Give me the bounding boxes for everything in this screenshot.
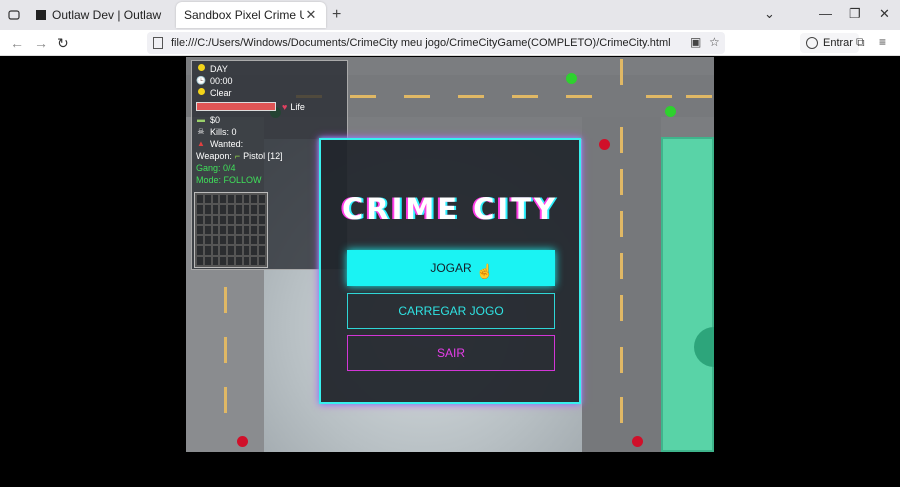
forward-icon[interactable]: → bbox=[34, 35, 48, 51]
time-of-day: DAY bbox=[210, 64, 228, 74]
skull-icon: ☠ bbox=[197, 127, 205, 136]
kills: Kills: 0 bbox=[210, 127, 237, 137]
lane-marking bbox=[224, 387, 227, 413]
lane-marking bbox=[620, 347, 623, 373]
tab-outlaw-dev[interactable]: Outlaw Dev | Outlaw Game Studi bbox=[28, 2, 172, 28]
outlaw-favicon-icon bbox=[36, 10, 46, 20]
lane-marking bbox=[224, 287, 227, 313]
lane-marking bbox=[686, 95, 712, 98]
restore-icon[interactable]: ❐ bbox=[849, 6, 861, 22]
enemy-marker bbox=[599, 139, 610, 150]
tab-title: Sandbox Pixel Crime Upgrade bbox=[184, 8, 304, 22]
sign-in-button[interactable]: Entrar bbox=[800, 33, 859, 53]
cash-icon: ▬ bbox=[197, 115, 205, 124]
play-button[interactable]: JOGAR bbox=[347, 250, 555, 286]
lane-marking bbox=[620, 127, 623, 153]
weather-sun-icon bbox=[197, 88, 205, 95]
close-tab-icon[interactable]: ✕ bbox=[304, 7, 318, 23]
navigation-bar: ← → ↻ file:///C:/Users/Windows/Documents… bbox=[0, 30, 900, 56]
quit-button[interactable]: SAIR bbox=[347, 335, 555, 371]
lane-marking bbox=[646, 95, 672, 98]
pedestrian-marker bbox=[566, 73, 577, 84]
lane-marking bbox=[620, 295, 623, 321]
reader-mode-icon[interactable]: ▣ bbox=[690, 35, 701, 49]
tab-bar: Outlaw Dev | Outlaw Game Studi Sandbox P… bbox=[0, 0, 900, 30]
lane-marking bbox=[620, 169, 623, 195]
life-bar bbox=[196, 102, 276, 111]
account-icon bbox=[806, 37, 818, 49]
siren-icon: ▲ bbox=[197, 139, 205, 148]
tab-sandbox-pixel[interactable]: Sandbox Pixel Crime Upgrade ✕ bbox=[176, 2, 326, 28]
url-text: file:///C:/Users/Windows/Documents/Crime… bbox=[171, 37, 671, 49]
wanted: Wanted: bbox=[210, 139, 244, 149]
reload-icon[interactable]: ↻ bbox=[57, 35, 69, 52]
menu-icon[interactable]: ≡ bbox=[879, 35, 886, 49]
follow-mode: Mode: FOLLOW bbox=[196, 175, 262, 185]
back-icon[interactable]: ← bbox=[10, 35, 24, 51]
hand-cursor-icon: ☝ bbox=[476, 263, 494, 279]
clock-icon: 🕒 bbox=[196, 76, 206, 85]
lane-marking bbox=[512, 95, 538, 98]
bookmark-star-icon[interactable]: ☆ bbox=[709, 35, 720, 49]
sun-icon bbox=[197, 64, 205, 71]
new-tab-icon[interactable]: + bbox=[332, 6, 341, 24]
pedestrian-marker bbox=[665, 106, 676, 117]
tab-dropdown-icon[interactable]: ⌄ bbox=[764, 6, 775, 22]
game-title: CRIME CITY bbox=[341, 192, 559, 226]
close-window-icon[interactable]: ✕ bbox=[879, 6, 890, 22]
gang-count: Gang: 0/4 bbox=[196, 163, 236, 173]
address-bar[interactable]: file:///C:/Users/Windows/Documents/Crime… bbox=[147, 32, 725, 54]
lane-marking bbox=[566, 95, 592, 98]
clock: 00:00 bbox=[210, 76, 233, 86]
lane-marking bbox=[620, 211, 623, 237]
extensions-icon[interactable]: ⧉ bbox=[856, 35, 865, 50]
minimize-icon[interactable]: — bbox=[819, 6, 832, 21]
enemy-marker bbox=[237, 436, 248, 447]
minimap bbox=[194, 192, 268, 268]
lane-marking bbox=[404, 95, 430, 98]
enemy-marker bbox=[632, 436, 643, 447]
money: $0 bbox=[210, 115, 221, 125]
heart-icon: ♥ bbox=[282, 101, 288, 112]
pistol-icon: ⌐ bbox=[234, 151, 241, 161]
weapon-name: Pistol [12] bbox=[243, 151, 283, 161]
load-game-button[interactable]: CARREGAR JOGO bbox=[347, 293, 555, 329]
weapon-label: Weapon: bbox=[196, 151, 232, 161]
tab-title: Outlaw Dev | Outlaw Game Studi bbox=[52, 8, 164, 22]
weather: Clear bbox=[210, 88, 232, 98]
tab-list-icon[interactable] bbox=[6, 7, 22, 23]
lane-marking bbox=[458, 95, 484, 98]
main-menu: CRIME CITY JOGAR CARREGAR JOGO SAIR bbox=[319, 138, 581, 404]
lane-marking bbox=[224, 337, 227, 363]
lane-marking bbox=[620, 59, 623, 85]
lane-marking bbox=[620, 397, 623, 423]
lane-marking bbox=[350, 95, 376, 98]
page-icon bbox=[153, 37, 163, 49]
grass-park bbox=[661, 137, 714, 452]
life-label: Life bbox=[290, 101, 305, 112]
lane-marking bbox=[620, 253, 623, 279]
sign-in-label: Entrar bbox=[823, 37, 853, 49]
